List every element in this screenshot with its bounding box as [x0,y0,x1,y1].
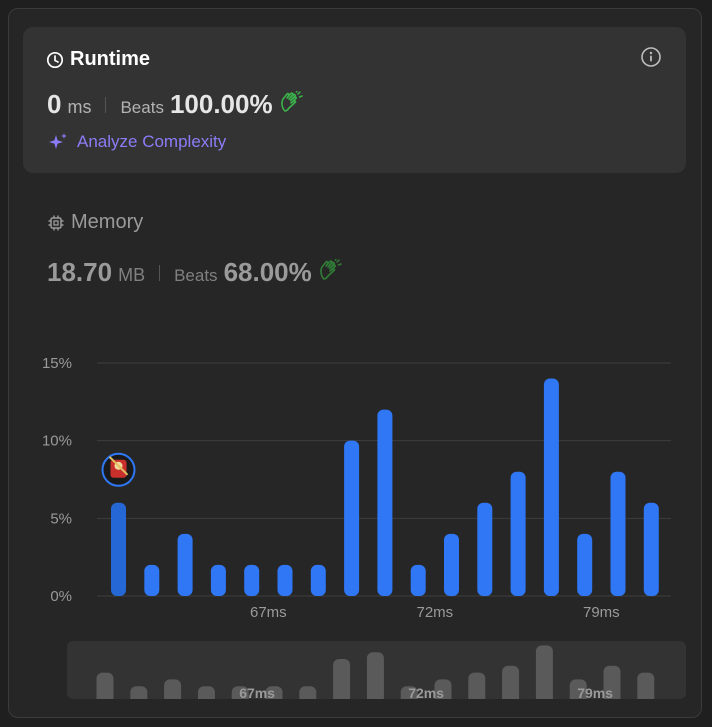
clock-icon [46,51,64,68]
runtime-bar[interactable] [410,564,426,596]
analyze-complexity-button[interactable]: Analyze Complexity [47,132,226,152]
y-tick-label: 10% [42,433,72,450]
runtime-bar[interactable] [277,564,293,596]
minimap-bar [164,679,182,699]
minimap-bar [299,686,317,699]
runtime-unit: ms [67,97,92,117]
runtime-bar[interactable] [510,471,526,596]
user-avatar[interactable] [101,452,136,487]
runtime-bar[interactable] [144,564,160,596]
memory-title: Memory [47,211,143,234]
clap-icon [280,91,303,112]
minimap-bars: 67ms 72ms 79ms [96,645,655,699]
minimap-bar [468,672,486,699]
divider [105,96,107,113]
minimap-tick-label: 72ms [408,685,444,699]
runtime-bar[interactable] [177,533,193,596]
runtime-beats-value: 100.00% [169,89,273,119]
minimap-bar [197,686,215,699]
runtime-bar[interactable] [377,409,393,596]
runtime-title: Runtime [46,48,150,71]
minimap-bar [130,686,148,699]
runtime-bar[interactable] [310,564,326,596]
clap-icon [319,259,342,280]
runtime-card[interactable]: Runtime 0 ms Beats 100.00% Analyze Compl… [23,27,686,173]
info-icon[interactable] [640,46,662,68]
runtime-value: 0 [47,89,62,119]
runtime-bar[interactable] [610,471,626,596]
sparkle-icon [49,133,67,149]
memory-unit: MB [118,265,146,285]
minimap-bar [535,645,553,699]
memory-title-text: Memory [71,211,144,233]
runtime-bar[interactable] [244,564,260,596]
runtime-beats-label: Beats [120,98,164,117]
y-tick-label: 0% [50,588,72,605]
minimap-bar [502,665,520,699]
runtime-bar[interactable] [111,502,126,596]
memory-value: 18.70 [47,257,113,287]
analyze-complexity-label: Analyze Complexity [77,132,227,151]
x-tick-label: 79ms [583,604,620,621]
y-tick-label: 15% [42,355,72,372]
chip-icon [48,215,64,230]
chart-minimap[interactable]: 67ms 72ms 79ms [67,641,686,699]
y-tick-label: 5% [50,510,72,527]
minimap-tick-label: 79ms [577,685,613,699]
minimap-bar [96,672,114,699]
runtime-bar[interactable] [543,378,559,596]
runtime-bar[interactable] [444,533,459,596]
minimap-bar [366,652,384,699]
runtime-bar[interactable] [344,440,360,596]
x-tick-label: 67ms [250,604,287,621]
runtime-title-text: Runtime [70,48,150,70]
memory-beats-label: Beats [174,266,218,285]
runtime-stats: 0 ms Beats 100.00% [47,89,303,120]
x-tick-label: 72ms [417,604,454,621]
runtime-bar[interactable] [477,502,493,596]
minimap-bar [637,672,655,699]
runtime-bar[interactable] [643,502,659,596]
runtime-bar[interactable] [210,564,226,596]
minimap-tick-label: 67ms [239,685,275,699]
memory-beats-value: 68.00% [223,257,312,287]
memory-section[interactable]: Memory 18.70 MB Beats 68.00% [47,211,342,287]
minimap-bar [333,659,351,699]
runtime-bar[interactable] [577,533,593,596]
divider [159,264,161,281]
memory-stats: 18.70 MB Beats 68.00% [47,257,342,288]
runtime-distribution-chart[interactable]: 15% 10% 5% 0% 67ms 72ms 79ms [0,340,712,630]
